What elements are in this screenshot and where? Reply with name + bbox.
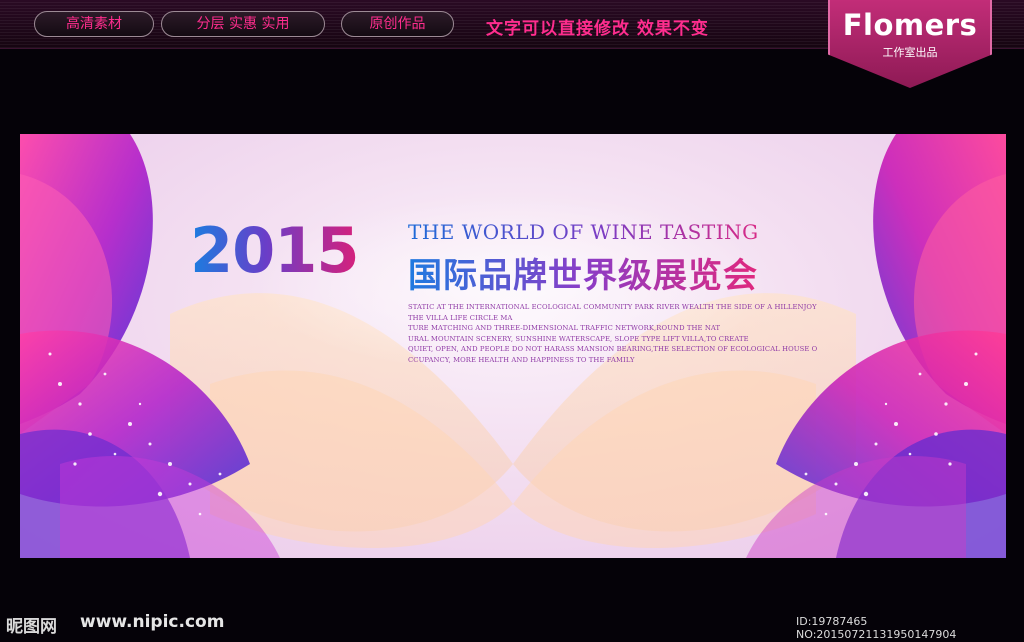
tag-original[interactable]: 原创作品: [341, 11, 454, 37]
slogan-text: 文字可以直接修改 效果不变: [486, 19, 709, 39]
site-url[interactable]: www.nipic.com: [80, 612, 224, 632]
chinese-title: 国际品牌世界级展览会: [408, 248, 758, 297]
image-id-text: ID:19787465 NO:20150721131950147904: [796, 615, 957, 641]
tag-hd-material[interactable]: 高清素材: [34, 11, 154, 37]
description-paragraph: STATIC AT THE INTERNATIONAL ECOLOGICAL C…: [408, 302, 848, 365]
description-line: THE VILLA LIFE CIRCLE MA: [408, 313, 513, 322]
nipic-logo: 昵图网: [6, 617, 57, 637]
english-title: THE WORLD OF WINE TASTING: [408, 220, 759, 244]
studio-badge: Flomers 工作室出品: [828, 0, 992, 88]
exhibition-banner: 2015 THE WORLD OF WINE TASTING 国际品牌世界级展览…: [20, 134, 1006, 558]
description-line: QUIET, OPEN, AND PEOPLE DO NOT HARASS MA…: [408, 345, 818, 353]
description-line: CCUPANCY, MORE HEALTH AND HAPPINESS TO T…: [408, 355, 635, 364]
description-line: STATIC AT THE INTERNATIONAL ECOLOGICAL C…: [408, 303, 817, 311]
description-line: URAL MOUNTAIN SCENERY, SUNSHINE WATERSCA…: [408, 334, 749, 343]
badge-subtitle: 工作室出品: [882, 46, 938, 59]
tag-layered[interactable]: 分层 实惠 实用: [161, 11, 325, 37]
year-heading: 2015: [190, 214, 360, 287]
badge-title: Flomers: [842, 8, 978, 42]
description-line: TURE MATCHING AND THREE-DIMENSIONAL TRAF…: [408, 324, 721, 332]
